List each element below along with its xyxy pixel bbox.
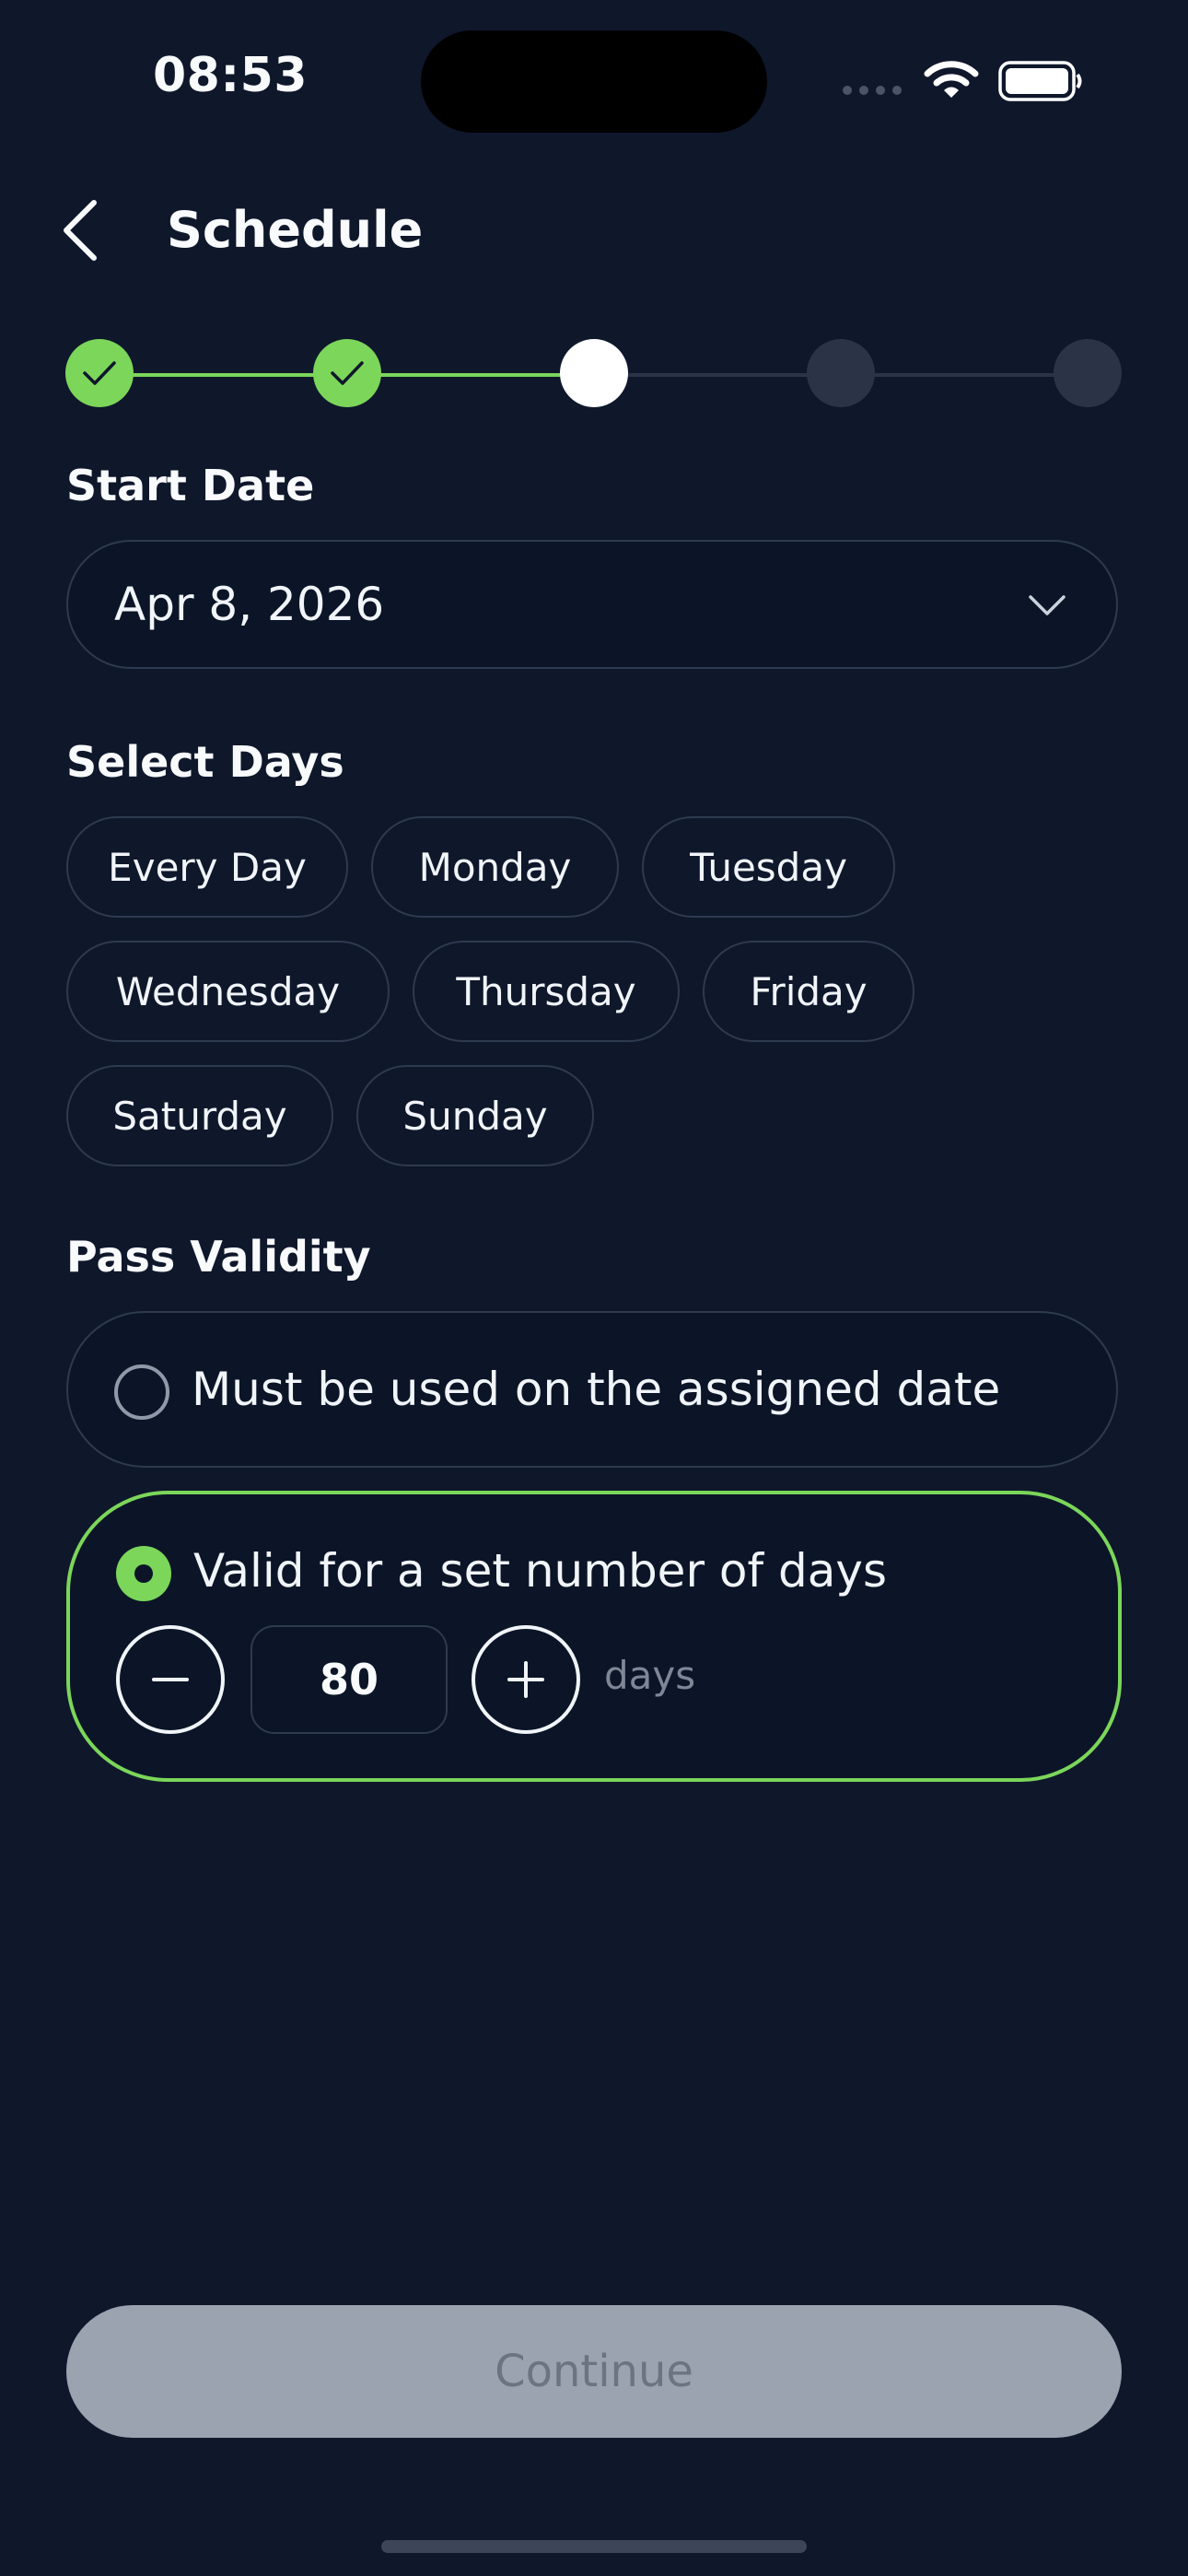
- start-date-select[interactable]: Apr 8, 2026: [66, 540, 1118, 669]
- step-2-completed: [313, 339, 381, 407]
- plus-icon: [507, 1661, 544, 1698]
- step-1-completed: [65, 339, 134, 407]
- start-date-label: Start Date: [66, 461, 315, 510]
- dynamic-island: [421, 30, 767, 133]
- checkmark-icon: [331, 361, 364, 385]
- day-chip-sunday[interactable]: Sunday: [356, 1065, 594, 1166]
- cellular-signal-icon: [843, 86, 902, 95]
- start-date-value: Apr 8, 2026: [114, 578, 385, 631]
- step-3-current: [560, 339, 628, 407]
- pass-validity-label: Pass Validity: [66, 1232, 371, 1282]
- battery-icon: [998, 61, 1082, 101]
- chevron-down-icon: [1029, 595, 1066, 615]
- validity-option-assigned-date-label: Must be used on the assigned date: [192, 1363, 1001, 1416]
- home-indicator[interactable]: [381, 2540, 807, 2553]
- day-chip-tuesday[interactable]: Tuesday: [642, 816, 895, 918]
- day-chip-thursday[interactable]: Thursday: [413, 941, 680, 1042]
- status-time: 08:53: [153, 48, 309, 103]
- select-days-label: Select Days: [66, 737, 344, 787]
- validity-option-set-days[interactable]: Valid for a set number of days days: [66, 1491, 1122, 1782]
- page-title: Schedule: [167, 201, 424, 259]
- radio-selected[interactable]: [116, 1546, 171, 1601]
- days-quantity-input[interactable]: [250, 1625, 448, 1734]
- day-chip-friday[interactable]: Friday: [703, 941, 914, 1042]
- day-chip-wednesday[interactable]: Wednesday: [66, 941, 390, 1042]
- increment-days-button[interactable]: [472, 1625, 580, 1734]
- day-chip-every-day[interactable]: Every Day: [66, 816, 348, 918]
- validity-option-assigned-date[interactable]: Must be used on the assigned date: [66, 1311, 1118, 1468]
- radio-unselected[interactable]: [114, 1364, 169, 1420]
- validity-option-set-days-label: Valid for a set number of days: [193, 1544, 888, 1598]
- back-chevron-icon[interactable]: [59, 199, 99, 262]
- wifi-icon: [924, 61, 979, 98]
- decrement-days-button[interactable]: [116, 1625, 225, 1734]
- step-4-upcoming: [807, 339, 875, 407]
- checkmark-icon: [83, 361, 116, 385]
- step-5-upcoming: [1054, 339, 1122, 407]
- day-chip-saturday[interactable]: Saturday: [66, 1065, 333, 1166]
- minus-icon: [152, 1678, 189, 1681]
- progress-stepper: [0, 339, 1188, 409]
- day-chip-monday[interactable]: Monday: [371, 816, 619, 918]
- continue-button[interactable]: Continue: [66, 2305, 1122, 2438]
- days-unit-label: days: [604, 1653, 696, 1698]
